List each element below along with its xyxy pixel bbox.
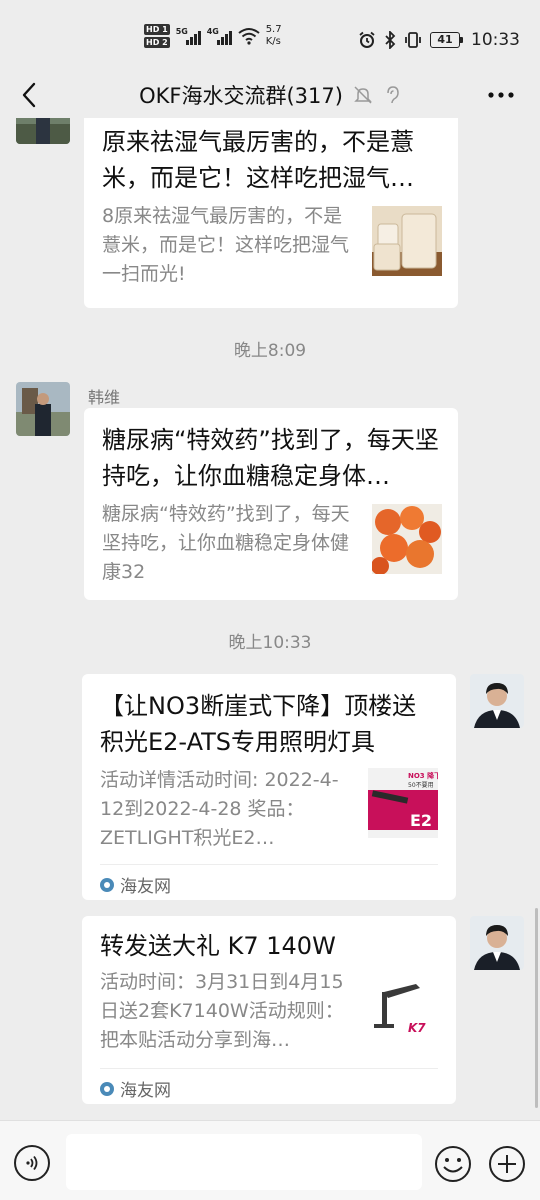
link-card-source: 海友网 — [100, 872, 171, 897]
source-name: 海友网 — [120, 877, 171, 897]
link-card[interactable]: 转发送大礼 K7 140W 活动时间：3月31日到4月15日送2套K7140W活… — [82, 916, 456, 1104]
emoji-button[interactable] — [434, 1145, 472, 1183]
divider — [100, 864, 438, 865]
link-card-title: 原来祛湿气最厉害的，不是薏米，而是它！这样吃把湿气… — [102, 128, 414, 192]
link-card-title: 转发送大礼 K7 140W — [100, 932, 336, 960]
link-card-desc: 8原来祛湿气最厉害的，不是薏米，而是它！这样吃把湿气一扫而光! — [102, 205, 350, 285]
signal-4g-label: 4G — [206, 27, 219, 36]
message-input[interactable] — [66, 1134, 422, 1190]
link-card-source: 海友网 — [100, 1076, 171, 1101]
network-speed-value: 5.7 — [265, 24, 282, 35]
link-card[interactable]: 【让NO3断崖式下降】顶楼送积光E2-ATS专用照明灯具 活动详情活动时间: 2… — [82, 674, 456, 900]
hd2-badge: HD 2 — [144, 37, 170, 48]
link-card-thumbnail — [372, 206, 442, 276]
network-speed: 5.7 K/s — [266, 24, 282, 48]
link-card-thumbnail: NO3 降下 50不要用 E2 — [368, 768, 438, 838]
ear-icon — [387, 86, 399, 104]
chat-header: OKF海水交流群(317) — [0, 72, 540, 118]
thumb-top-text: NO3 降下 — [408, 771, 438, 780]
signal-5g-icon: 5G — [176, 27, 201, 45]
chat-area[interactable]: 原来祛湿气最厉害的，不是薏米，而是它！这样吃把湿气… 8原来祛湿气最厉害的，不是… — [0, 118, 540, 1120]
thumb-big-text: E2 — [410, 811, 432, 830]
emoji-icon — [435, 1146, 471, 1182]
clock: 10:33 — [471, 30, 520, 50]
alarm-icon — [359, 31, 375, 48]
avatar[interactable] — [16, 118, 70, 144]
title-wrap: OKF海水交流群(317) — [0, 80, 540, 110]
source-icon — [100, 877, 114, 892]
hd-indicator: HD 1 HD 2 — [144, 24, 170, 48]
vibrate-icon — [405, 32, 421, 48]
avatar[interactable] — [16, 382, 70, 436]
input-bar — [0, 1120, 540, 1200]
wifi-icon — [238, 28, 260, 45]
thumb-mid-text: 50不要用 — [408, 782, 434, 789]
signal-5g-label: 5G — [175, 27, 188, 36]
status-bar: HD 1 HD 2 5G 4G 5.7 K/s 41 10:33 — [0, 0, 540, 72]
link-card-thumbnail — [372, 504, 442, 574]
mute-bell-icon — [354, 86, 372, 104]
link-card-thumbnail: K7 — [368, 976, 438, 1046]
signal-4g-icon: 4G — [207, 27, 232, 45]
link-card-desc: 糖尿病“特效药”找到了，每天坚持吃，让你血糖稳定身体健康32 — [102, 503, 350, 583]
link-card-title: 【让NO3断崖式下降】顶楼送积光E2-ATS专用照明灯具 — [100, 692, 417, 756]
more-dots-icon — [488, 92, 514, 98]
chat-title: OKF海水交流群(317) — [139, 84, 343, 108]
link-card-desc: 活动时间：3月31日到4月15日送2套K7140W活动规则：把本贴活动分享到海… — [100, 971, 344, 1051]
battery-level: 41 — [430, 32, 460, 48]
avatar[interactable] — [470, 916, 524, 970]
hd1-badge: HD 1 — [144, 24, 170, 35]
status-left: HD 1 HD 2 5G 4G 5.7 K/s — [144, 24, 282, 48]
link-card-desc: 活动详情活动时间: 2022-4-12到2022-4-28 奖品：ZETLIGH… — [100, 769, 339, 849]
link-card-title: 糖尿病“特效药”找到了，每天坚持吃，让你血糖稳定身体… — [102, 426, 439, 490]
source-name: 海友网 — [120, 1081, 171, 1101]
link-card[interactable]: 原来祛湿气最厉害的，不是薏米，而是它！这样吃把湿气… 8原来祛湿气最厉害的，不是… — [84, 118, 458, 308]
voice-icon — [26, 1155, 38, 1171]
status-right: 41 10:33 — [358, 30, 520, 50]
plus-icon — [489, 1146, 525, 1182]
bluetooth-icon — [385, 31, 396, 49]
timestamp: 晚上8:09 — [233, 341, 307, 361]
divider — [100, 1068, 438, 1069]
scrollbar[interactable] — [535, 908, 538, 1108]
more-functions-button[interactable] — [488, 1145, 526, 1183]
timestamp: 晚上10:33 — [228, 633, 312, 653]
avatar[interactable] — [470, 674, 524, 728]
link-card[interactable]: 糖尿病“特效药”找到了，每天坚持吃，让你血糖稳定身体… 糖尿病“特效药”找到了，… — [84, 408, 458, 600]
thumb-logo-text: K7 — [408, 1021, 426, 1035]
sender-name: 韩维 — [88, 388, 121, 407]
network-speed-unit: K/s — [265, 36, 281, 47]
battery-icon: 41 — [430, 32, 463, 48]
more-button[interactable] — [486, 80, 516, 110]
source-icon — [100, 1081, 114, 1096]
voice-button[interactable] — [14, 1145, 50, 1181]
